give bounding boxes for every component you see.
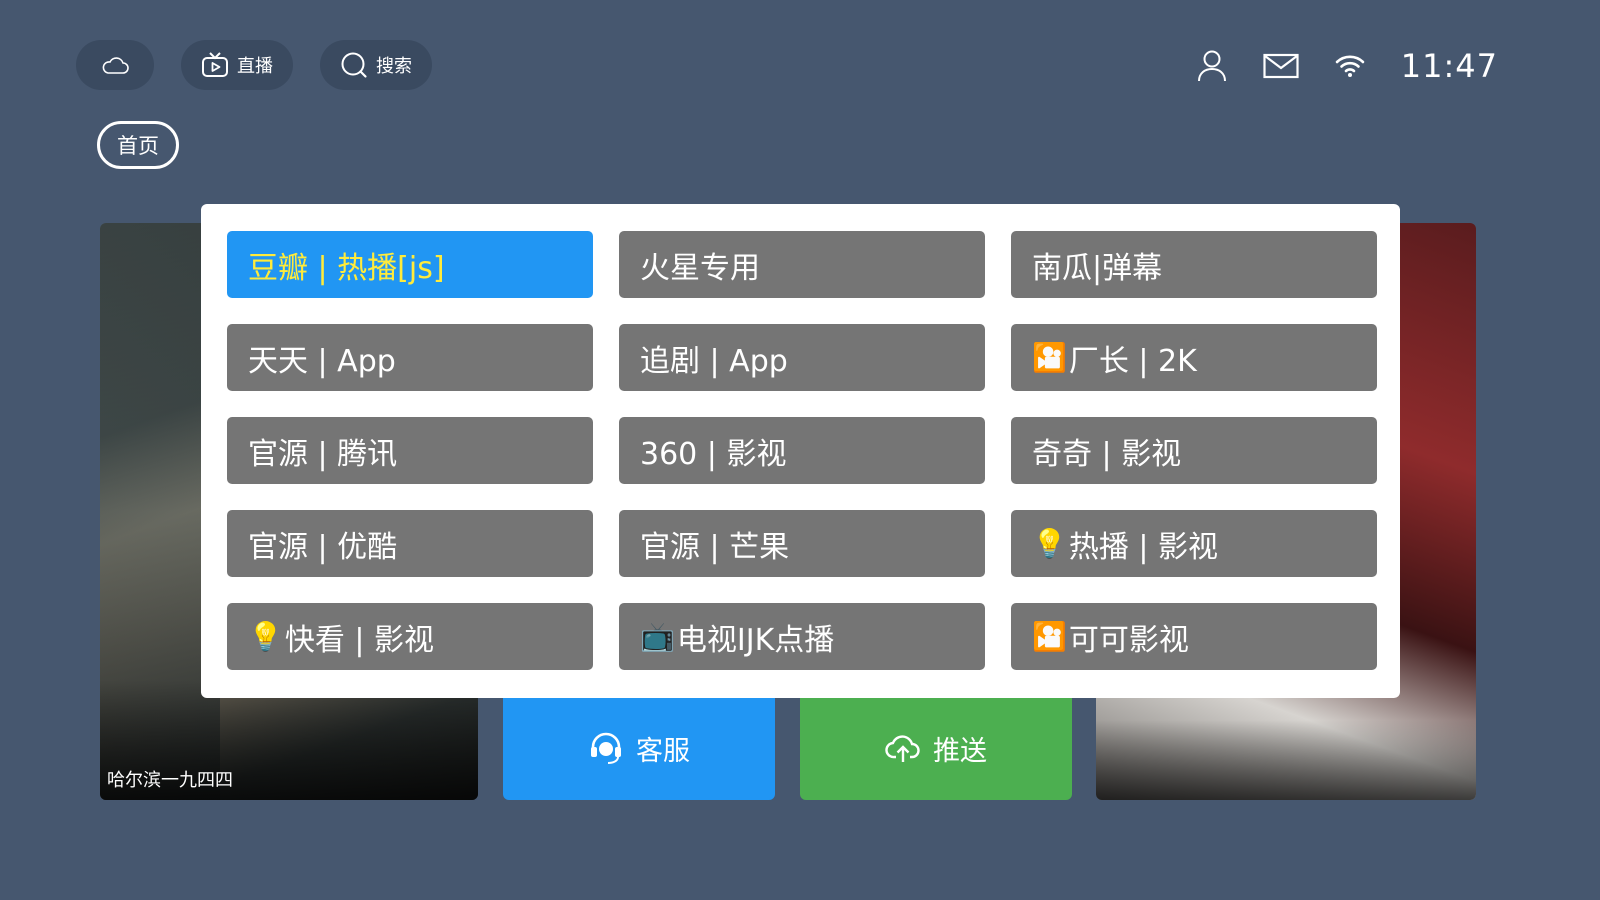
search-label: 搜索 (376, 56, 412, 77)
source-option-label: 可可影视 (1068, 622, 1189, 658)
live-button[interactable]: 直播 (181, 40, 293, 90)
source-option[interactable]: 豆瓣 | 热播[js] (227, 231, 593, 298)
cloud-button[interactable] (76, 40, 154, 90)
source-option-label: 360 | 影视 (640, 436, 787, 472)
source-option-label: 官源 | 腾讯 (248, 436, 398, 472)
source-option[interactable]: 官源 | 芒果 (619, 510, 985, 577)
source-option-label: 官源 | 芒果 (640, 529, 790, 565)
source-option[interactable]: 💡 热播 | 影视 (1011, 510, 1377, 577)
headset-icon (591, 732, 621, 764)
cloud-upload-icon (885, 735, 920, 762)
source-option[interactable]: 🎦 可可影视 (1011, 603, 1377, 670)
service-label: 客服 (636, 735, 690, 767)
tv-icon (202, 52, 228, 77)
source-option-grid: 豆瓣 | 热播[js] 火星专用 南瓜|弹幕 天天 | App 追剧 | App 🎦 厂长 … (227, 231, 1377, 670)
status-bar: 11:47 (1197, 44, 1498, 88)
source-option[interactable]: 火星专用 (619, 231, 985, 298)
source-option-label: 热播 | 影视 (1068, 529, 1219, 565)
source-option-label: 官源 | 优酷 (248, 529, 398, 565)
push-label: 推送 (933, 735, 987, 767)
source-option-label: 追剧 | App (640, 343, 788, 379)
source-select-dialog: 豆瓣 | 热播[js] 火星专用 南瓜|弹幕 天天 | App 追剧 | App 🎦 厂长 … (201, 204, 1400, 698)
search-button[interactable]: 搜索 (320, 40, 432, 90)
source-option-label: 厂长 | 2K (1068, 343, 1197, 379)
cloud-icon (102, 57, 129, 74)
wifi-icon (1335, 55, 1365, 77)
source-option-label: 火星专用 (640, 250, 760, 286)
option-emoji-icon: 🎦 (1032, 341, 1067, 374)
source-option-label: 电视IJK点播 (676, 622, 835, 658)
clock: 11:47 (1400, 47, 1498, 85)
source-option[interactable]: 🎦 厂长 | 2K (1011, 324, 1377, 391)
source-option[interactable]: 官源 | 优酷 (227, 510, 593, 577)
search-icon (341, 52, 367, 78)
source-option[interactable]: 追剧 | App (619, 324, 985, 391)
source-option[interactable]: 官源 | 腾讯 (227, 417, 593, 484)
poster-shade (1096, 720, 1476, 800)
source-option[interactable]: 南瓜|弹幕 (1011, 231, 1377, 298)
option-emoji-icon: 🎦 (1032, 620, 1067, 653)
top-bar: 直播 搜索 (76, 40, 432, 90)
mail-icon[interactable] (1263, 53, 1299, 79)
source-option-label: 天天 | App (248, 343, 396, 379)
source-option[interactable]: 天天 | App (227, 324, 593, 391)
source-option-label: 南瓜|弹幕 (1032, 250, 1163, 286)
option-emoji-icon: 💡 (248, 620, 283, 653)
user-icon[interactable] (1197, 50, 1227, 82)
option-emoji-icon: 💡 (1032, 527, 1067, 560)
source-option-label: 豆瓣 | 热播[js] (248, 250, 445, 286)
poster-title: 哈尔滨一九四四 (107, 770, 233, 791)
option-emoji-icon: 📺 (640, 620, 675, 653)
source-option[interactable]: 奇奇 | 影视 (1011, 417, 1377, 484)
push-button[interactable]: 推送 (800, 686, 1072, 800)
source-option[interactable]: 💡 快看 | 影视 (227, 603, 593, 670)
tab-home[interactable]: 首页 (97, 121, 179, 169)
source-option-label: 快看 | 影视 (284, 622, 435, 658)
source-option[interactable]: 📺 电视IJK点播 (619, 603, 985, 670)
source-option-label: 奇奇 | 影视 (1032, 436, 1182, 472)
source-option[interactable]: 360 | 影视 (619, 417, 985, 484)
live-label: 直播 (237, 56, 273, 77)
customer-service-button[interactable]: 客服 (503, 686, 775, 800)
